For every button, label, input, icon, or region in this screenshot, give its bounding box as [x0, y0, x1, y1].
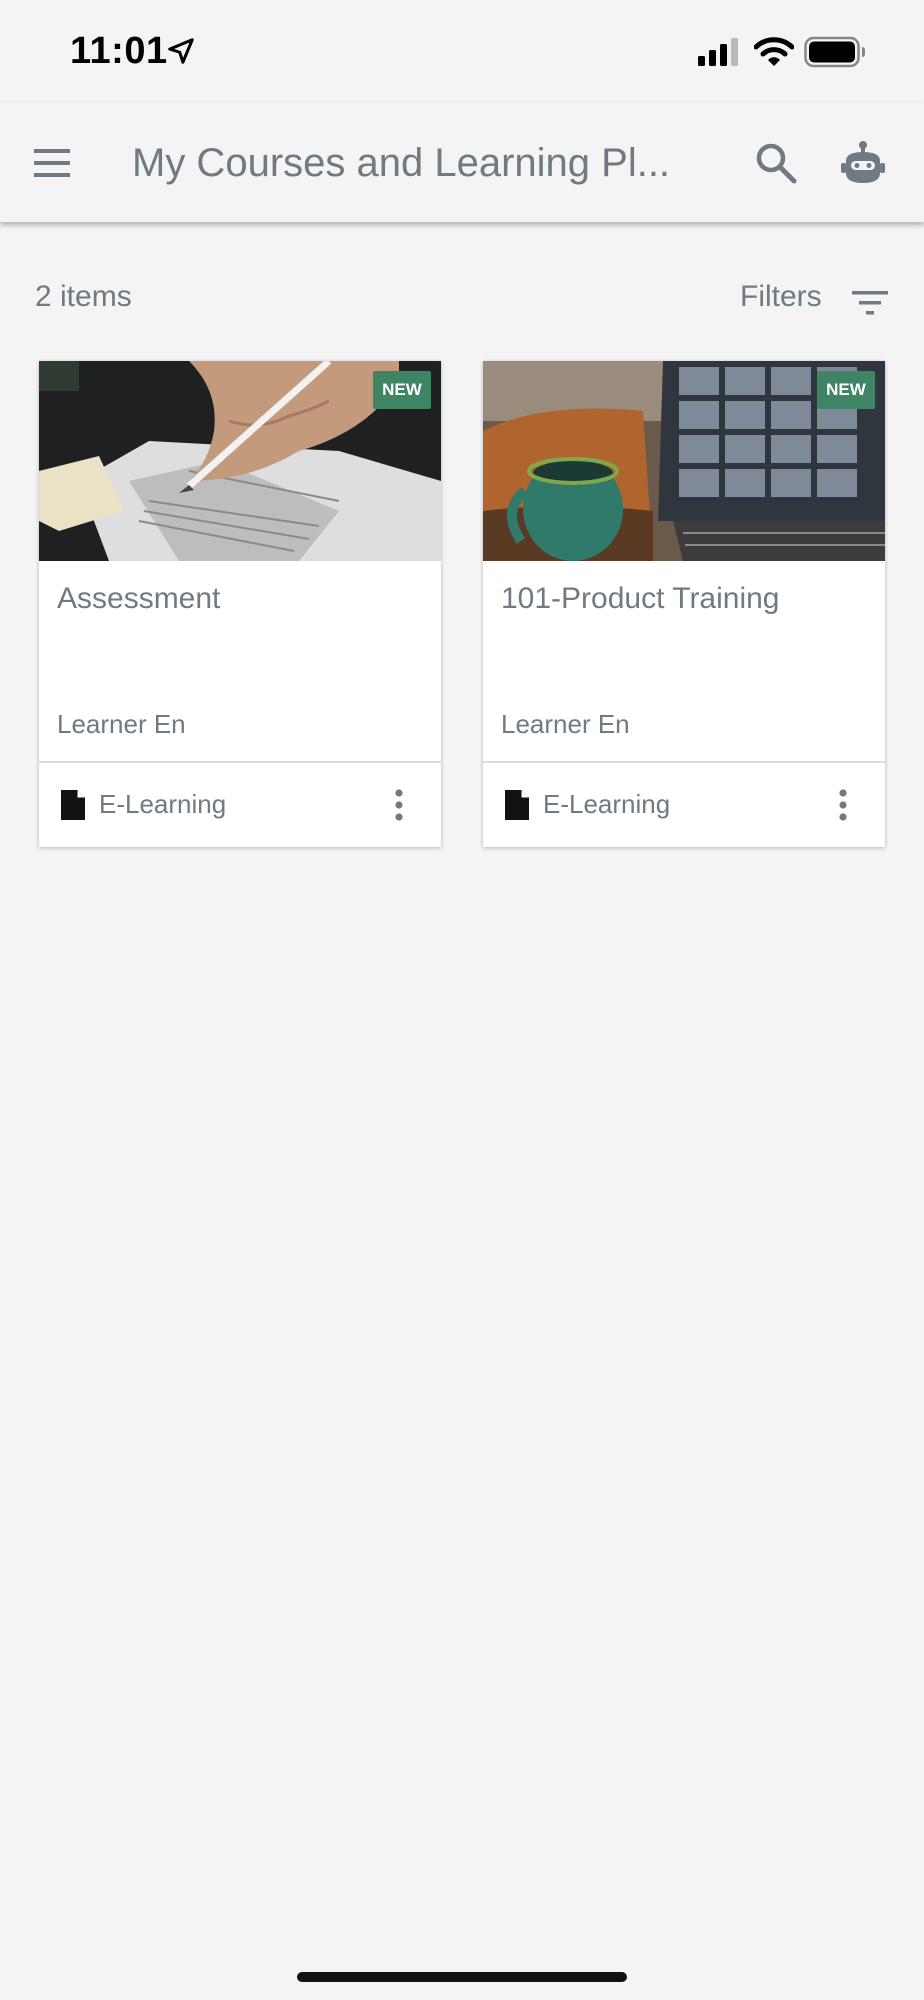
- course-type: E-Learning: [543, 789, 671, 819]
- more-options-icon[interactable]: [833, 785, 853, 825]
- home-indicator: [297, 1972, 627, 1982]
- course-thumbnail: NEW: [39, 361, 441, 561]
- course-type: E-Learning: [99, 789, 227, 819]
- course-title: 101-Product Training: [501, 582, 780, 615]
- course-author: Learner En: [501, 709, 630, 739]
- new-badge: NEW: [817, 371, 875, 409]
- wifi-icon: [754, 37, 794, 66]
- course-card-assessment[interactable]: NEW Assessment Learner En E-Learning: [39, 361, 441, 847]
- bot-icon[interactable]: [838, 139, 888, 187]
- page-title: My Courses and Learning Pl...: [132, 141, 671, 185]
- document-icon: [505, 790, 529, 820]
- cellular-signal-icon: [698, 38, 738, 66]
- items-count: 2 items: [35, 280, 132, 313]
- search-icon[interactable]: [752, 139, 800, 187]
- app-header: My Courses and Learning Pl...: [0, 102, 924, 222]
- course-author: Learner En: [57, 709, 186, 739]
- location-arrow-icon: [168, 38, 194, 64]
- course-card-product-training[interactable]: NEW 101-Product Training Learner En E-Le…: [483, 361, 885, 847]
- filter-icon: [852, 291, 888, 315]
- card-divider: [483, 761, 885, 763]
- filters-label: Filters: [740, 280, 822, 313]
- course-title: Assessment: [57, 582, 221, 615]
- battery-icon: [804, 36, 865, 68]
- status-bar: 11:01: [0, 0, 924, 102]
- status-time: 11:01: [70, 30, 168, 72]
- more-options-icon[interactable]: [389, 785, 409, 825]
- card-divider: [39, 761, 441, 763]
- menu-icon[interactable]: [30, 143, 76, 183]
- filters-button[interactable]: Filters: [738, 278, 892, 322]
- new-badge: NEW: [373, 371, 431, 409]
- course-thumbnail: NEW: [483, 361, 885, 561]
- document-icon: [61, 790, 85, 820]
